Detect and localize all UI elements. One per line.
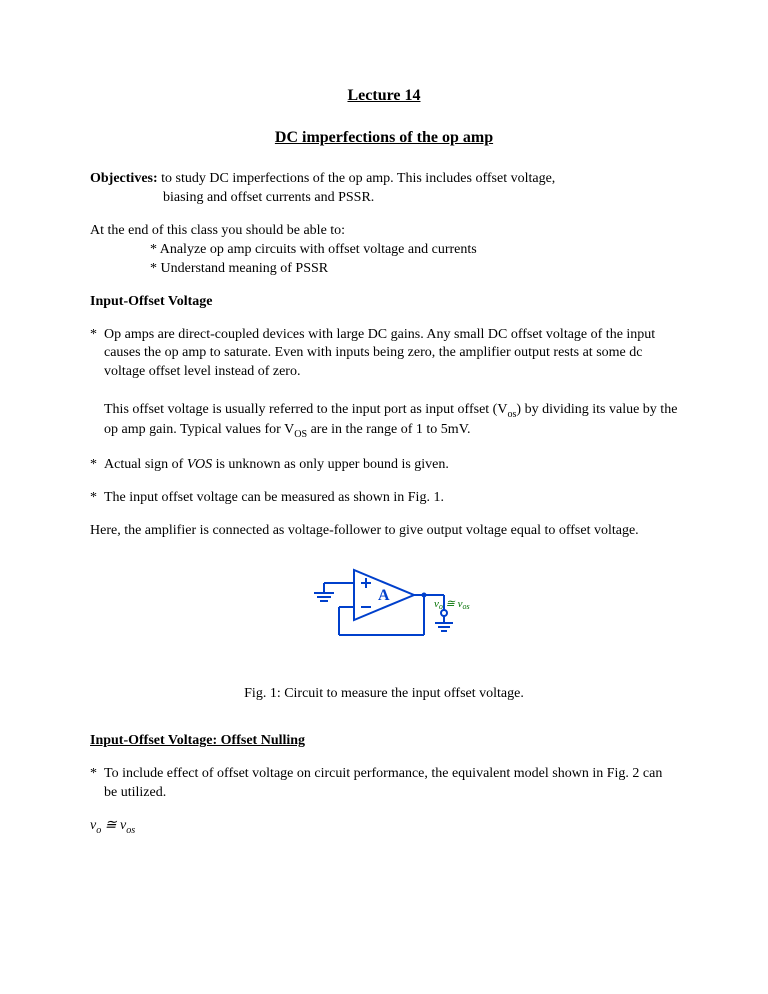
amp-label: A	[378, 587, 390, 604]
equation-1: vo ≅ vos	[90, 817, 678, 837]
figure-1-caption: Fig. 1: Circuit to measure the input off…	[90, 685, 678, 704]
bullet-star: *	[90, 326, 104, 442]
bullet-2-post: is unknown as only upper bound is given.	[212, 457, 449, 472]
lecture-title: Lecture 14	[90, 85, 678, 107]
section1-heading: Input-Offset Voltage	[90, 293, 678, 312]
bullet-star: *	[90, 489, 104, 508]
bullet-2: * Actual sign of VOS is unknown as only …	[90, 456, 678, 475]
section1-para: Here, the amplifier is connected as volt…	[90, 522, 678, 541]
document-page: Lecture 14 DC imperfections of the op am…	[0, 0, 768, 994]
bullet-3: * The input offset voltage can be measur…	[90, 489, 678, 508]
outcomes-block: At the end of this class you should be a…	[90, 222, 678, 279]
bullet-1b-sub2: OS	[294, 429, 307, 440]
outcomes-item1: * Analyze op amp circuits with offset vo…	[150, 242, 477, 257]
section2-heading: Input-Offset Voltage: Offset Nulling	[90, 732, 678, 751]
bullet-2-italic: VOS	[187, 457, 212, 472]
bullet-1-text: Op amps are direct-coupled devices with …	[104, 326, 678, 442]
figure-1: A vo ≅ vos	[90, 555, 678, 672]
eq-approx: ≅	[101, 818, 120, 833]
bullet-1b-pre: This offset voltage is usually referred …	[104, 402, 507, 417]
bullet-2-pre: Actual sign of	[104, 457, 187, 472]
bullet-star: *	[90, 456, 104, 475]
eq-rhs-sub: os	[126, 825, 135, 836]
bullet-2-text: Actual sign of VOS is unknown as only up…	[104, 456, 678, 475]
circuit-diagram: A vo ≅ vos	[284, 555, 484, 665]
outcomes-intro: At the end of this class you should be a…	[90, 223, 345, 238]
objectives-label: Objectives:	[90, 171, 158, 186]
bullet-1-line: Op amps are direct-coupled devices with …	[104, 327, 655, 380]
objectives-line2: biasing and offset currents and PSSR.	[163, 190, 374, 205]
bullet-1b-post: are in the range of 1 to 5mV.	[307, 422, 470, 437]
bullet-1: * Op amps are direct-coupled devices wit…	[90, 326, 678, 442]
objectives-line1: to study DC imperfections of the op amp.…	[158, 171, 556, 186]
output-label: vo ≅ vos	[434, 598, 470, 611]
objectives-block: Objectives: to study DC imperfections of…	[90, 170, 678, 208]
bullet-3-text: The input offset voltage can be measured…	[104, 489, 678, 508]
bullet-star: *	[90, 765, 104, 803]
node-out	[422, 592, 427, 597]
bullet-s2-1: * To include effect of offset voltage on…	[90, 765, 678, 803]
outcomes-item2: * Understand meaning of PSSR	[150, 261, 328, 276]
bullet-s2-1-text: To include effect of offset voltage on c…	[104, 765, 678, 803]
lecture-subtitle: DC imperfections of the op amp	[90, 127, 678, 149]
